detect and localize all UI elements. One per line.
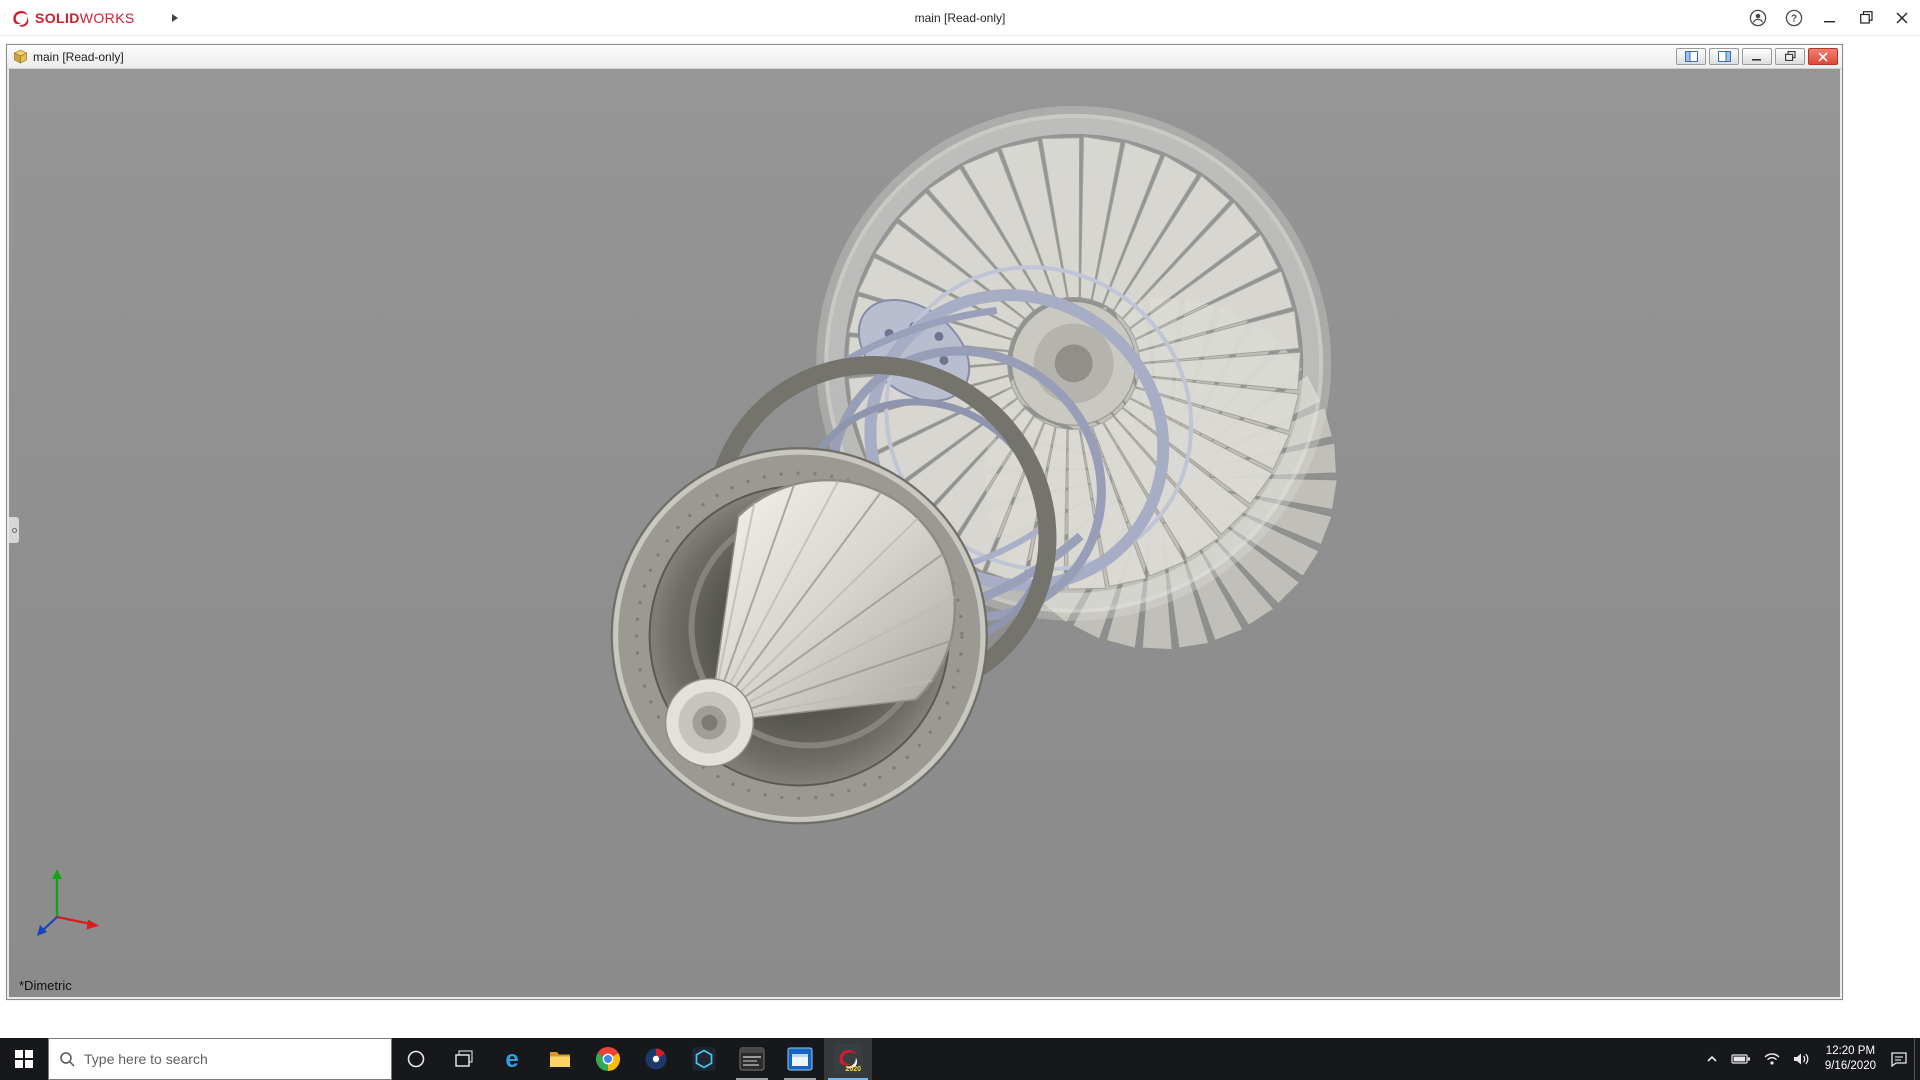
restore-button[interactable] — [1848, 0, 1884, 35]
compass-app-button[interactable] — [632, 1038, 680, 1080]
flyout-arrow-icon — [171, 13, 178, 22]
hidden-icons-button[interactable] — [1699, 1038, 1725, 1080]
network-icon — [1764, 1053, 1780, 1065]
help-icon: ? — [1785, 9, 1803, 26]
hexagon-app-icon — [692, 1047, 716, 1071]
hexagon-app-button[interactable] — [680, 1038, 728, 1080]
doc-restore-button[interactable] — [1775, 48, 1805, 65]
network-button[interactable] — [1757, 1038, 1787, 1080]
user-icon — [1749, 9, 1767, 26]
solidworks-brand: SOLIDWORKS — [0, 8, 135, 28]
doc-minimize-icon — [1752, 58, 1761, 61]
document-window-controls — [1676, 48, 1838, 65]
battery-icon — [1731, 1054, 1750, 1064]
taskbar-clock[interactable]: 12:20 PM 9/16/2020 — [1817, 1038, 1884, 1080]
pane-split-left-button[interactable] — [1676, 48, 1706, 65]
doc-close-icon — [1818, 51, 1828, 62]
action-center-button[interactable] — [1884, 1038, 1914, 1080]
view-orientation-label: *Dimetric — [19, 978, 72, 993]
pane-split-left-icon — [1684, 51, 1698, 62]
document-title: main [Read-only] — [33, 49, 124, 64]
edge-icon: e — [505, 1046, 518, 1072]
tray-chevron-icon — [1707, 1055, 1717, 1062]
taskbar-search[interactable] — [48, 1038, 392, 1080]
solidworks-year-badge: 2020 — [845, 1066, 861, 1073]
volume-button[interactable] — [1787, 1038, 1817, 1080]
svg-text:?: ? — [1791, 13, 1797, 24]
menu-flyout-arrow[interactable] — [171, 13, 179, 23]
edge-button[interactable]: e — [488, 1038, 536, 1080]
restore-icon — [1859, 11, 1873, 24]
graphics-viewport[interactable]: *Dimetric — [9, 69, 1840, 997]
clock-time: 12:20 PM — [1825, 1044, 1876, 1057]
dark-window-app-icon — [739, 1047, 765, 1071]
chrome-icon — [596, 1047, 620, 1071]
search-icon — [60, 1052, 75, 1067]
app-window-title: main [Read-only] — [914, 10, 1006, 25]
document-titlebar[interactable]: main [Read-only] — [7, 45, 1842, 69]
brand-light: WORKS — [79, 9, 135, 26]
pane-split-right-icon — [1717, 51, 1731, 62]
solidworks-logo-icon — [13, 10, 29, 27]
taskbar: e — [0, 1038, 1920, 1080]
compass-app-icon — [645, 1048, 667, 1070]
minimize-icon — [1824, 20, 1835, 22]
help-button[interactable]: ? — [1776, 0, 1812, 35]
orientation-triad-icon — [37, 869, 99, 936]
chrome-button[interactable] — [584, 1038, 632, 1080]
login-button[interactable] — [1740, 0, 1776, 35]
taskbar-spacer — [872, 1038, 1699, 1080]
search-input[interactable] — [84, 1051, 381, 1067]
volume-icon — [1793, 1053, 1809, 1065]
task-view-icon — [455, 1050, 473, 1067]
app-window-controls: ? — [1740, 0, 1920, 35]
close-button[interactable] — [1884, 0, 1920, 35]
battery-button[interactable] — [1725, 1038, 1757, 1080]
svg-text:e: e — [505, 1046, 518, 1072]
action-center-icon — [1891, 1052, 1907, 1067]
dark-window-app-button[interactable] — [728, 1038, 776, 1080]
start-button[interactable] — [0, 1038, 48, 1080]
solidworks-app-button[interactable]: 2020 — [824, 1038, 872, 1080]
document-window: main [Read-only] *Dimetric — [6, 44, 1843, 1000]
app-titlebar: SOLIDWORKS main [Read-only] ? — [0, 0, 1920, 36]
solidworks-app-icon: 2020 — [833, 1044, 863, 1074]
clock-date: 9/16/2020 — [1824, 1060, 1876, 1072]
file-explorer-button[interactable] — [536, 1038, 584, 1080]
blue-window-app-icon — [787, 1047, 813, 1071]
assembly-doc-icon — [13, 49, 28, 64]
minimize-button[interactable] — [1812, 0, 1848, 35]
task-view-button[interactable] — [440, 1038, 488, 1080]
jet-engine-model[interactable] — [9, 69, 1840, 997]
doc-close-button[interactable] — [1808, 48, 1838, 65]
screen: SOLIDWORKS main [Read-only] ? main [Read… — [0, 0, 1920, 1080]
brand-bold: SOLID — [35, 9, 80, 26]
pane-split-right-button[interactable] — [1709, 48, 1739, 65]
doc-restore-icon — [1784, 51, 1796, 61]
cortana-icon — [407, 1050, 425, 1068]
brand-text: SOLIDWORKS — [35, 10, 135, 26]
file-explorer-icon — [550, 1052, 570, 1067]
workspace: main [Read-only] *Dimetric — [0, 36, 1920, 1038]
cortana-button[interactable] — [392, 1038, 440, 1080]
collapsed-pane-dot-icon — [11, 527, 17, 533]
doc-minimize-button[interactable] — [1742, 48, 1772, 65]
system-tray: 12:20 PM 9/16/2020 — [1699, 1038, 1920, 1080]
blue-window-app-button[interactable] — [776, 1038, 824, 1080]
collapsed-pane-tab[interactable] — [9, 516, 20, 544]
start-icon — [15, 1050, 33, 1068]
close-icon — [1896, 12, 1908, 23]
show-desktop-button[interactable] — [1914, 1038, 1920, 1080]
